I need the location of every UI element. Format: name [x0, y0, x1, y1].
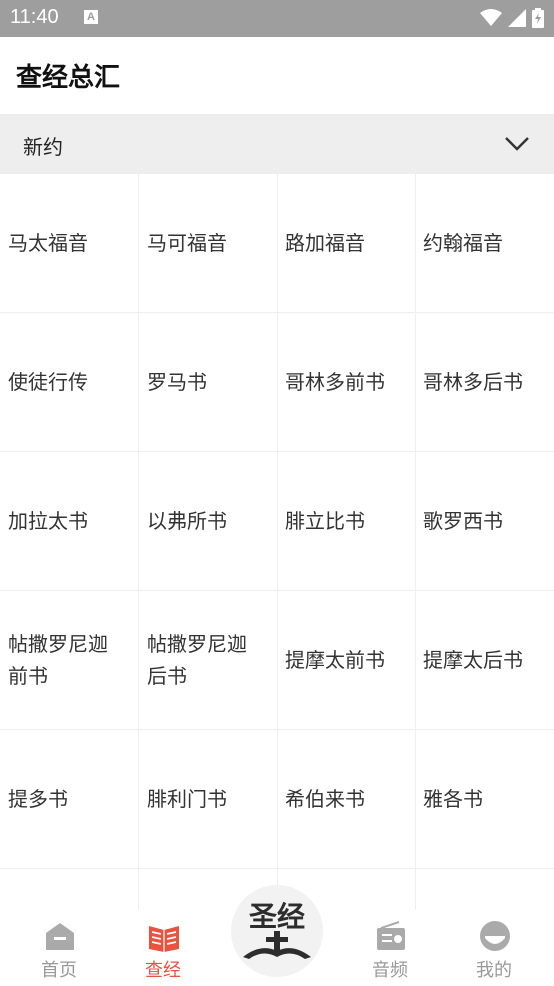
book-label: 哥林多前书	[285, 370, 385, 394]
book-cell[interactable]: 约翰福音	[415, 174, 554, 313]
book-label: 以弗所书	[147, 509, 227, 533]
tab-study[interactable]: 查经	[108, 910, 218, 986]
book-label: 歌罗西书	[423, 509, 503, 533]
system-icons	[480, 8, 544, 28]
tab-home-label: 首页	[41, 960, 77, 981]
book-label: 提摩太后书	[423, 648, 523, 672]
book-cell[interactable]: 腓利门书	[139, 730, 278, 869]
battery-icon	[532, 8, 544, 28]
page-title: 查经总汇	[16, 63, 121, 93]
book-cell[interactable]: 路加福音	[277, 174, 416, 313]
book-grid: 马太福音 马可福音 路加福音 约翰福音 使徒行传 罗马书 哥林多前书 哥林多后书…	[0, 174, 554, 910]
book-cell[interactable]	[0, 869, 139, 910]
book-label: 加拉太书	[8, 509, 88, 533]
book-cell[interactable]: 腓立比书	[277, 452, 416, 591]
book-cell[interactable]: 哥林多前书	[277, 313, 416, 452]
tab-mine-label: 我的	[476, 960, 512, 981]
book-cell[interactable]: 提摩太后书	[415, 591, 554, 730]
status-bar: 11:40 A	[0, 0, 554, 37]
book-cell[interactable]: 罗马书	[139, 313, 278, 452]
book-label: 路加福音	[285, 231, 365, 255]
home-icon	[46, 923, 74, 950]
profile-icon	[480, 921, 510, 951]
book-cell[interactable]: 歌罗西书	[415, 452, 554, 591]
book-label: 马太福音	[8, 231, 88, 255]
chevron-down-icon	[505, 137, 529, 151]
book-label: 雅各书	[423, 787, 483, 811]
signal-icon	[508, 9, 526, 27]
book-cell[interactable]: 希伯来书	[277, 730, 416, 869]
book-label: 罗马书	[147, 370, 207, 394]
book-icon	[149, 926, 179, 952]
book-cell[interactable]: 哥林多后书	[415, 313, 554, 452]
dropdown-value: 新约	[23, 135, 63, 159]
book-label: 马可福音	[147, 231, 227, 255]
book-cell[interactable]: 以弗所书	[139, 452, 278, 591]
book-label: 哥林多后书	[423, 370, 523, 394]
tab-audio-label: 音频	[372, 960, 408, 981]
book-cell[interactable]: 帖撒罗尼迦后书	[139, 591, 278, 730]
book-cell[interactable]: 提多书	[0, 730, 139, 869]
book-cell[interactable]: 帖撒罗尼迦前书	[0, 591, 139, 730]
book-cell[interactable]	[415, 869, 554, 910]
book-label: 希伯来书	[285, 787, 365, 811]
app-header: 查经总汇	[0, 37, 554, 114]
bible-logo-icon	[243, 931, 311, 959]
book-label: 约翰福音	[423, 231, 503, 255]
book-label: 帖撒罗尼迦前书	[8, 632, 108, 688]
bottom-tab-bar: 首页 查经 圣经 音频 我的	[0, 885, 554, 986]
tab-home[interactable]: 首页	[4, 910, 114, 986]
book-label: 提摩太前书	[285, 648, 385, 672]
wifi-icon	[480, 9, 502, 26]
book-cell[interactable]: 提摩太前书	[277, 591, 416, 730]
book-label: 提多书	[8, 787, 68, 811]
tab-study-label: 查经	[145, 960, 181, 981]
testament-dropdown[interactable]: 新约	[0, 114, 554, 174]
book-label: 帖撒罗尼迦后书	[147, 632, 247, 688]
accessibility-a-icon: A	[84, 10, 98, 24]
book-cell[interactable]: 雅各书	[415, 730, 554, 869]
book-cell[interactable]: 马可福音	[139, 174, 278, 313]
book-label: 使徒行传	[8, 370, 88, 394]
tab-audio[interactable]: 音频	[335, 910, 445, 986]
radio-icon	[377, 921, 405, 950]
book-cell[interactable]: 使徒行传	[0, 313, 139, 452]
book-cell[interactable]: 加拉太书	[0, 452, 139, 591]
status-time: 11:40	[10, 6, 59, 28]
book-label: 腓立比书	[285, 509, 365, 533]
bible-logo-button[interactable]: 圣经	[231, 885, 323, 977]
book-label: 腓利门书	[147, 787, 227, 811]
tab-mine[interactable]: 我的	[439, 910, 549, 986]
book-cell[interactable]: 马太福音	[0, 174, 139, 313]
